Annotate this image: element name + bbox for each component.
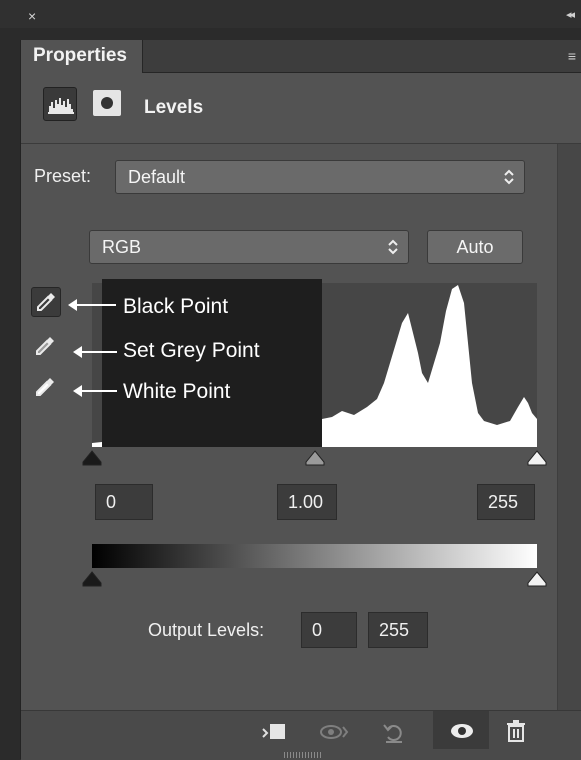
output-black-slider[interactable]	[82, 571, 102, 587]
panel-tab-bar: Properties ≡	[21, 40, 581, 73]
close-icon[interactable]: ×	[28, 8, 36, 24]
input-slider-track[interactable]	[82, 450, 547, 466]
eyedropper-icon	[36, 337, 54, 355]
callout-grey-point: Set Grey Point	[123, 339, 260, 362]
input-black-field[interactable]: 0	[95, 484, 153, 520]
callout-arrow	[68, 299, 116, 311]
input-gamma-slider[interactable]	[305, 450, 325, 466]
preset-select[interactable]: Default	[115, 160, 525, 194]
input-white-field[interactable]: 255	[477, 484, 535, 520]
properties-panel: Properties ≡ Levels Preset: Default RGB …	[20, 40, 581, 760]
output-levels-label: Output Levels:	[148, 620, 265, 640]
output-white-field[interactable]: 255	[368, 612, 428, 648]
panel-footer	[21, 710, 581, 760]
grey-point-eyedropper[interactable]	[31, 332, 61, 362]
view-previous-icon[interactable]	[319, 721, 351, 748]
resize-grip[interactable]	[284, 752, 322, 758]
window-title-bar: × ◂◂	[0, 0, 581, 28]
input-gamma-field[interactable]: 1.00	[277, 484, 337, 520]
eyedropper-icon	[36, 378, 54, 396]
clip-to-layer-icon[interactable]	[261, 721, 287, 748]
panel-menu-icon[interactable]: ≡	[568, 48, 576, 64]
callout-arrow	[73, 346, 117, 358]
input-black-slider[interactable]	[82, 450, 102, 466]
preset-value: Default	[128, 167, 186, 187]
output-slider-track[interactable]	[82, 571, 547, 587]
eyedropper-icon	[37, 293, 55, 311]
channel-value: RGB	[102, 237, 142, 257]
header-divider	[21, 143, 581, 144]
callout-black-point: Black Point	[123, 295, 229, 318]
black-point-eyedropper[interactable]	[31, 287, 61, 317]
output-gradient-bar	[92, 544, 537, 568]
visibility-eye-icon	[451, 724, 473, 738]
preset-label: Preset:	[34, 166, 92, 186]
delete-icon[interactable]	[505, 719, 527, 748]
auto-button[interactable]: Auto	[427, 230, 523, 264]
visibility-toggle[interactable]	[433, 711, 489, 749]
output-white-slider[interactable]	[527, 571, 547, 587]
mask-dot	[101, 97, 113, 109]
adjustment-header: Levels	[21, 73, 581, 145]
select-arrow-icon	[388, 231, 398, 275]
output-black-field[interactable]: 0	[301, 612, 357, 648]
callout-white-point: White Point	[123, 380, 231, 403]
tab-properties[interactable]: Properties	[21, 40, 143, 73]
layer-mask-icon[interactable]	[93, 90, 121, 116]
channel-select[interactable]: RGB	[89, 230, 409, 264]
collapse-panels-icon[interactable]: ◂◂	[566, 8, 575, 21]
white-point-eyedropper[interactable]	[31, 373, 61, 403]
histogram-icon[interactable]	[43, 87, 77, 121]
scrollbar-track[interactable]	[557, 144, 581, 710]
callout-arrow	[73, 385, 117, 397]
reset-icon[interactable]	[381, 721, 407, 750]
select-arrow-icon	[504, 161, 514, 205]
adjustment-title: Levels	[144, 97, 204, 118]
input-white-slider[interactable]	[527, 450, 547, 466]
